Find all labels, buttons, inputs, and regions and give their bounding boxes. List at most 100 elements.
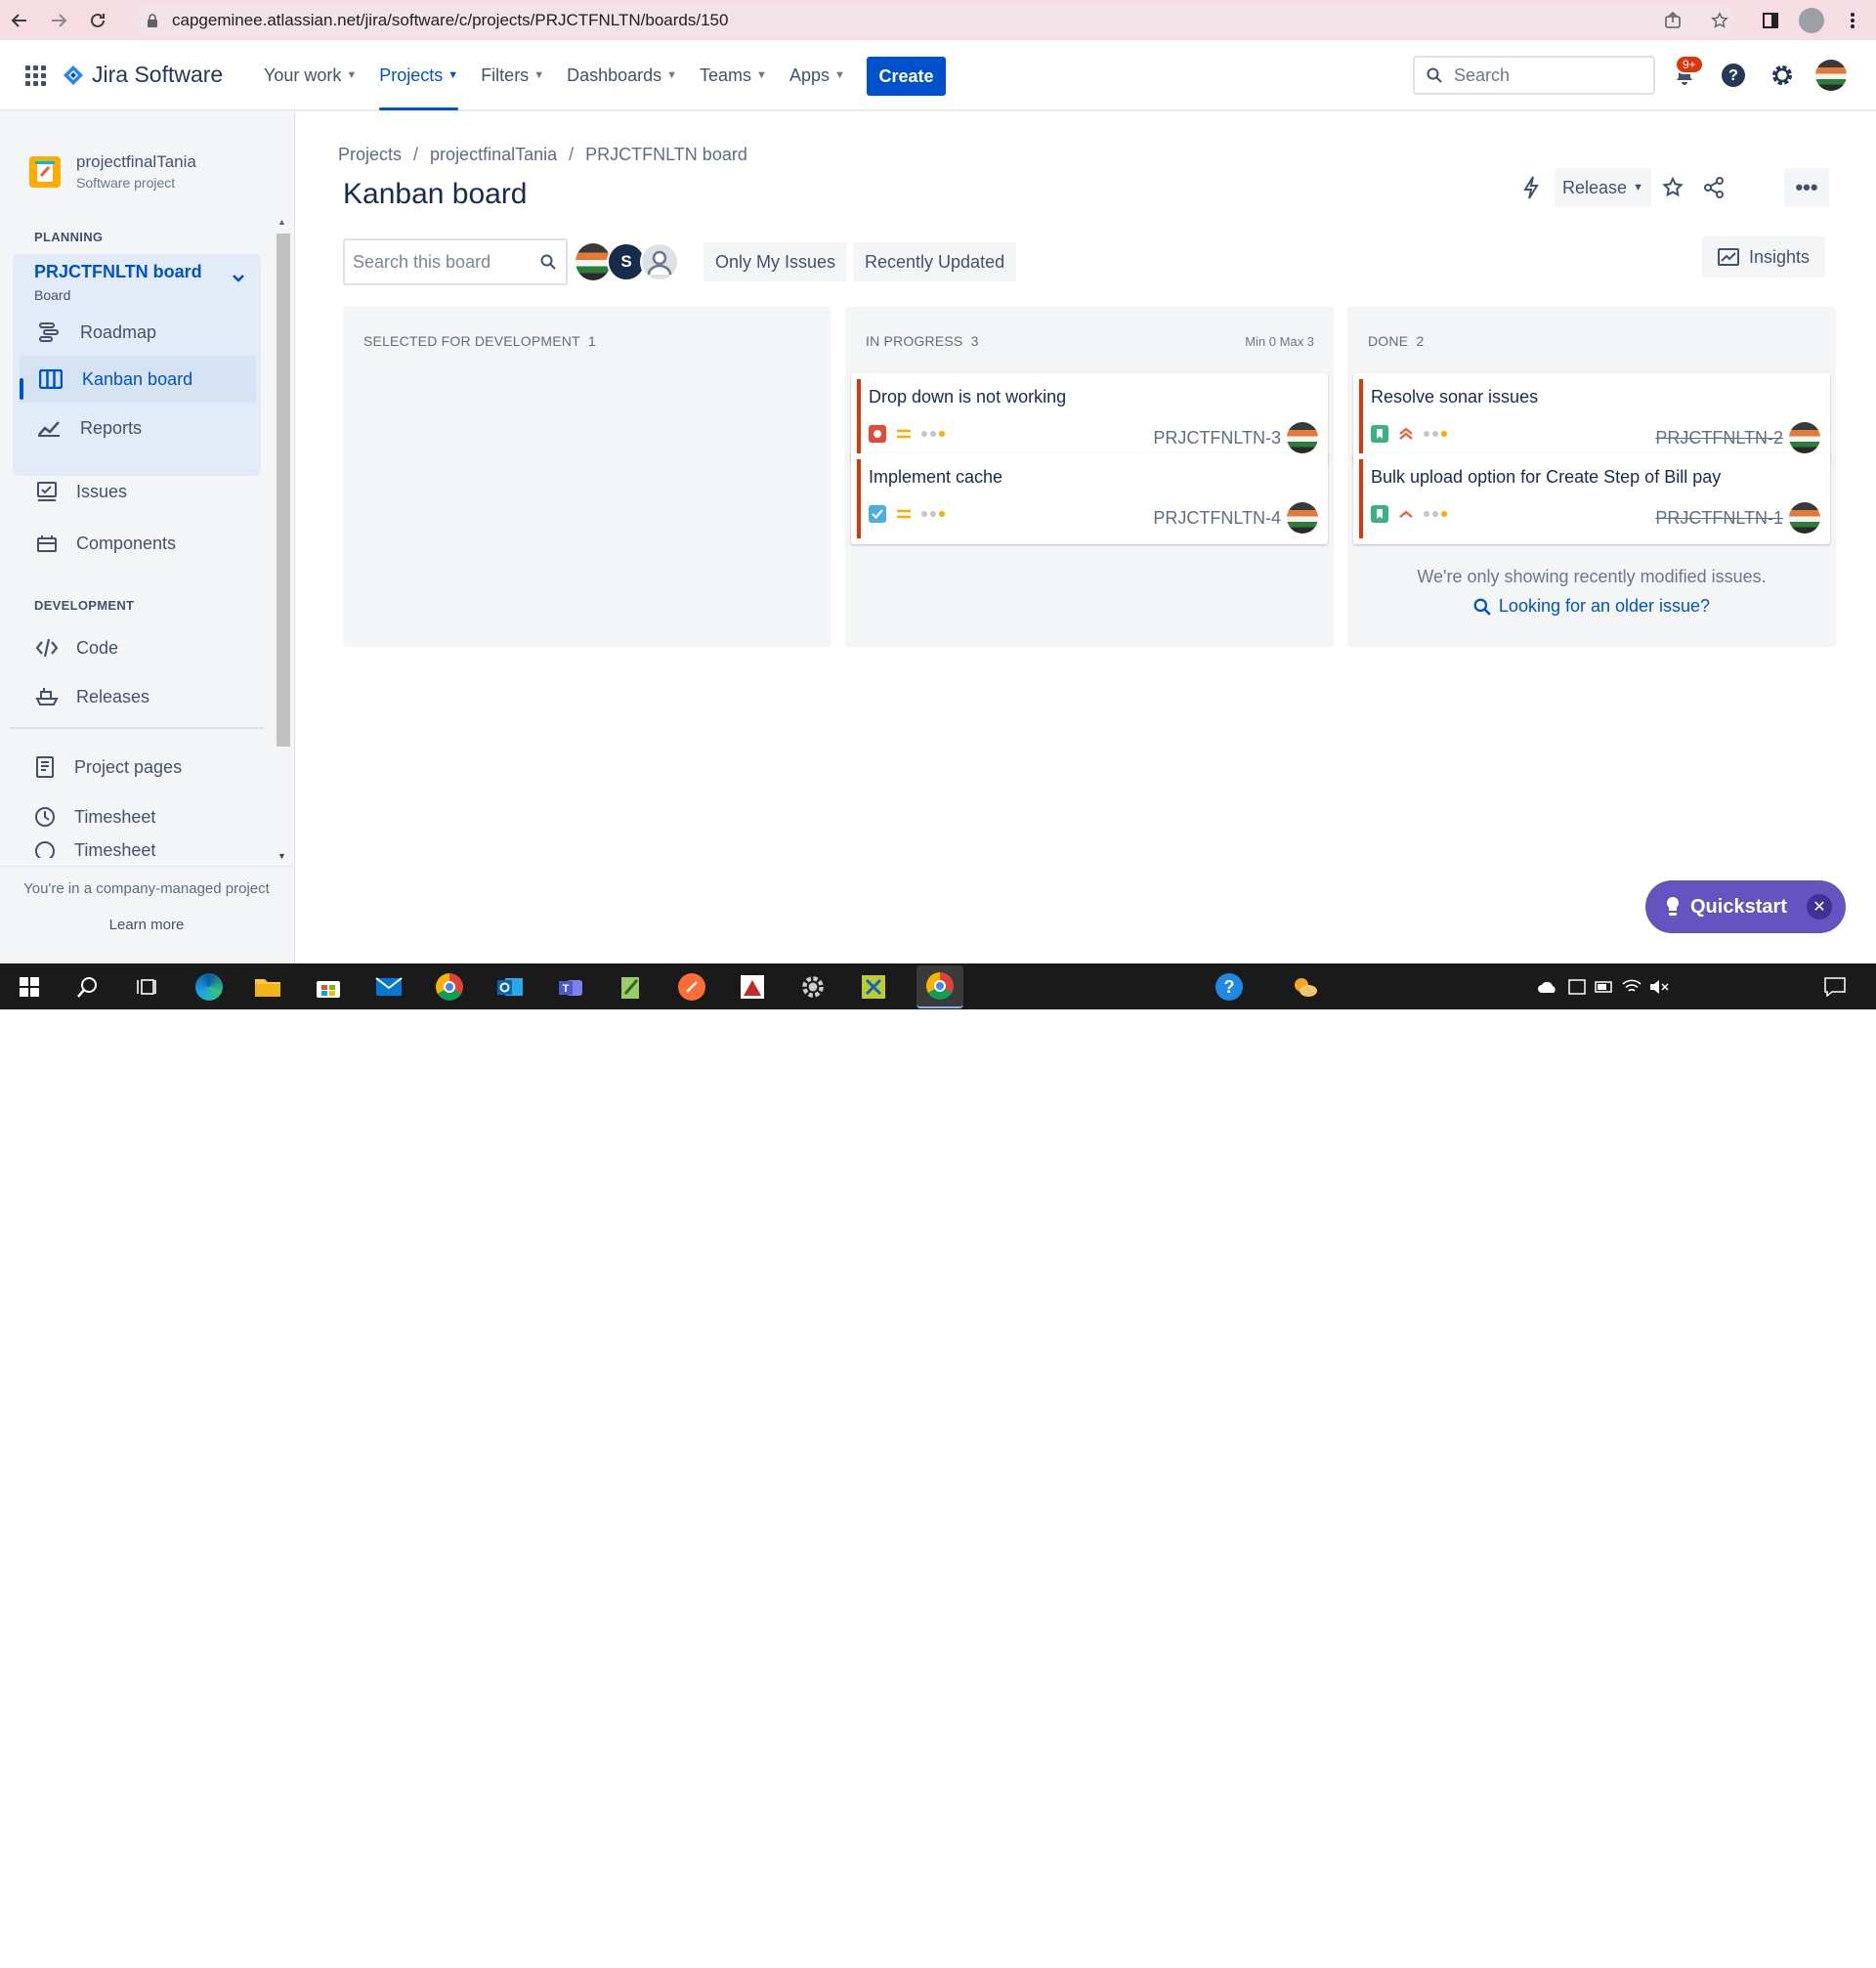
chevron-down-icon: ▼ — [666, 69, 678, 81]
assignee-avatar[interactable] — [1789, 422, 1820, 453]
sidebar-item-label: Roadmap — [80, 321, 157, 342]
app-icon[interactable] — [856, 969, 891, 1005]
recently-updated-filter[interactable]: Recently Updated — [853, 242, 1017, 281]
notepad-plus-icon[interactable] — [614, 969, 649, 1005]
board-switcher[interactable]: PRJCTFNLTN board Board — [34, 262, 202, 303]
task-checkbox-icon — [869, 505, 886, 523]
settings-gear-icon[interactable] — [1767, 60, 1798, 91]
issue-key[interactable]: PRJCTFNLTN-2 — [1655, 428, 1783, 449]
app-icon[interactable] — [735, 969, 770, 1005]
breadcrumb: Projects / projectfinalTania / PRJCTFNLT… — [338, 145, 747, 165]
issue-card[interactable]: Bulk upload option for Create Step of Bi… — [1353, 453, 1830, 544]
mail-icon[interactable] — [371, 969, 406, 1005]
help-icon[interactable]: ? — [1212, 969, 1247, 1005]
volume-mute-icon[interactable] — [1642, 969, 1677, 1005]
release-button[interactable]: Release ▼ — [1555, 168, 1651, 207]
chevron-down-icon: ▼ — [756, 69, 767, 81]
close-icon[interactable]: ✕ — [1807, 894, 1832, 920]
insights-button[interactable]: Insights — [1702, 236, 1825, 278]
sidebar-item-reports[interactable]: Reports — [0, 405, 244, 451]
chrome-icon-active[interactable] — [917, 965, 963, 1008]
weather-text[interactable]: 28°C Mostly sunny — [1327, 1941, 1458, 1958]
sidebar-scrollbar[interactable] — [277, 234, 290, 747]
issue-card[interactable]: Implement cache PRJCTFNLTN-4 — [851, 453, 1328, 544]
nav-dashboards[interactable]: Dashboards ▼ — [559, 40, 685, 110]
language-indicator[interactable]: ENG — [1684, 1942, 1717, 1958]
issue-card[interactable]: Resolve sonar issues PRJCTFNLTN-2 — [1353, 373, 1830, 464]
avatar[interactable] — [640, 242, 679, 281]
board-search-input[interactable]: Search this board — [343, 238, 568, 285]
assignee-avatar[interactable] — [1287, 502, 1318, 534]
back-icon[interactable] — [0, 0, 39, 40]
reload-icon[interactable] — [78, 0, 117, 40]
sidebar-item-kanban-board[interactable]: Kanban board — [20, 356, 256, 403]
user-avatar[interactable] — [1815, 60, 1847, 91]
automation-bolt-icon[interactable] — [1516, 168, 1546, 207]
assignee-avatar[interactable] — [1287, 422, 1318, 453]
breadcrumb-project[interactable]: projectfinalTania — [430, 145, 557, 165]
star-icon[interactable] — [1658, 168, 1687, 207]
help-icon[interactable]: ? — [1718, 60, 1749, 91]
bookmark-star-icon[interactable] — [1702, 0, 1737, 40]
quickstart-button[interactable]: Quickstart ✕ — [1645, 880, 1846, 933]
file-explorer-icon[interactable] — [250, 969, 285, 1005]
column-title: DONE 2 — [1368, 333, 1425, 349]
windows-start-icon[interactable] — [12, 969, 47, 1005]
address-bar[interactable]: capgeminee.atlassian.net/jira/software/c… — [133, 4, 1735, 36]
only-my-issues-filter[interactable]: Only My Issues — [704, 242, 848, 281]
teams-icon[interactable]: T — [553, 969, 588, 1005]
issue-card[interactable]: Drop down is not working PRJCTFNLTN-3 — [851, 373, 1328, 464]
browser-menu-icon[interactable] — [1835, 0, 1870, 40]
outlook-icon[interactable] — [492, 969, 528, 1005]
nav-your-work[interactable]: Your work ▼ — [256, 40, 364, 110]
app-switcher-icon[interactable] — [25, 65, 47, 87]
development-section-title: DEVELOPMENT — [34, 598, 135, 613]
clock-time[interactable]: 10:07 — [1749, 1931, 1783, 1947]
task-view-icon[interactable] — [129, 969, 164, 1005]
breadcrumb-projects[interactable]: Projects — [338, 145, 402, 165]
jira-logo[interactable]: Jira Software — [63, 62, 223, 88]
sidebar-item-roadmap[interactable]: Roadmap — [0, 309, 244, 356]
postman-icon[interactable] — [674, 969, 709, 1005]
search-icon[interactable] — [70, 969, 106, 1005]
assignee-avatar[interactable] — [1789, 502, 1820, 534]
chrome-icon[interactable] — [432, 969, 467, 1005]
global-search-input[interactable]: Search — [1413, 56, 1655, 95]
nav-filters[interactable]: Filters ▼ — [473, 40, 552, 110]
sidebar-item-timesheet-2[interactable]: Timesheet — [0, 840, 274, 858]
assignee-filter-avatars: S — [574, 242, 679, 281]
scroll-down-arrow-icon[interactable]: ▼ — [277, 851, 286, 861]
profile-avatar[interactable] — [1794, 0, 1829, 40]
store-icon[interactable] — [311, 969, 346, 1005]
scroll-up-arrow-icon[interactable]: ▲ — [277, 217, 286, 227]
issue-key[interactable]: PRJCTFNLTN-4 — [1153, 508, 1281, 529]
breadcrumb-board[interactable]: PRJCTFNLTN board — [585, 145, 747, 165]
issue-key[interactable]: PRJCTFNLTN-3 — [1153, 428, 1281, 449]
more-actions-icon[interactable]: ••• — [1784, 168, 1829, 207]
forward-icon[interactable] — [39, 0, 78, 40]
settings-gear-icon[interactable] — [795, 969, 831, 1005]
chevron-down-icon[interactable] — [232, 274, 245, 283]
notification-center-icon[interactable] — [1817, 969, 1853, 1005]
share-icon[interactable] — [1699, 168, 1728, 207]
project-header[interactable]: projectfinalTania Software project — [29, 152, 196, 191]
share-page-icon[interactable] — [1655, 0, 1690, 40]
sidebar-item-timesheet[interactable]: Timesheet — [0, 793, 274, 840]
sidebar-item-project-pages[interactable]: Project pages — [0, 744, 274, 791]
tray-chevron-up-icon[interactable]: ︿ — [1507, 1940, 1522, 1963]
nav-teams[interactable]: Teams ▼ — [692, 40, 775, 110]
create-button[interactable]: Create — [867, 57, 946, 96]
sidebar-item-components[interactable]: Components — [0, 520, 274, 567]
older-issue-link[interactable]: Looking for an older issue? — [1347, 596, 1836, 617]
issue-key[interactable]: PRJCTFNLTN-1 — [1655, 508, 1783, 529]
edge-browser-icon[interactable] — [192, 969, 227, 1005]
nav-projects[interactable]: Projects ▼ — [371, 40, 466, 110]
progress-dots-icon — [1424, 511, 1447, 517]
sidebar-item-releases[interactable]: Releases — [0, 673, 274, 720]
learn-more-link[interactable]: Learn more — [0, 917, 293, 933]
sidebar-item-issues[interactable]: Issues — [0, 468, 274, 515]
sidepanel-icon[interactable] — [1753, 0, 1788, 40]
nav-apps[interactable]: Apps ▼ — [782, 40, 853, 110]
sidebar-item-code[interactable]: Code — [0, 624, 274, 671]
clock-date[interactable]: 30-05-2023 — [1729, 1952, 1800, 1968]
